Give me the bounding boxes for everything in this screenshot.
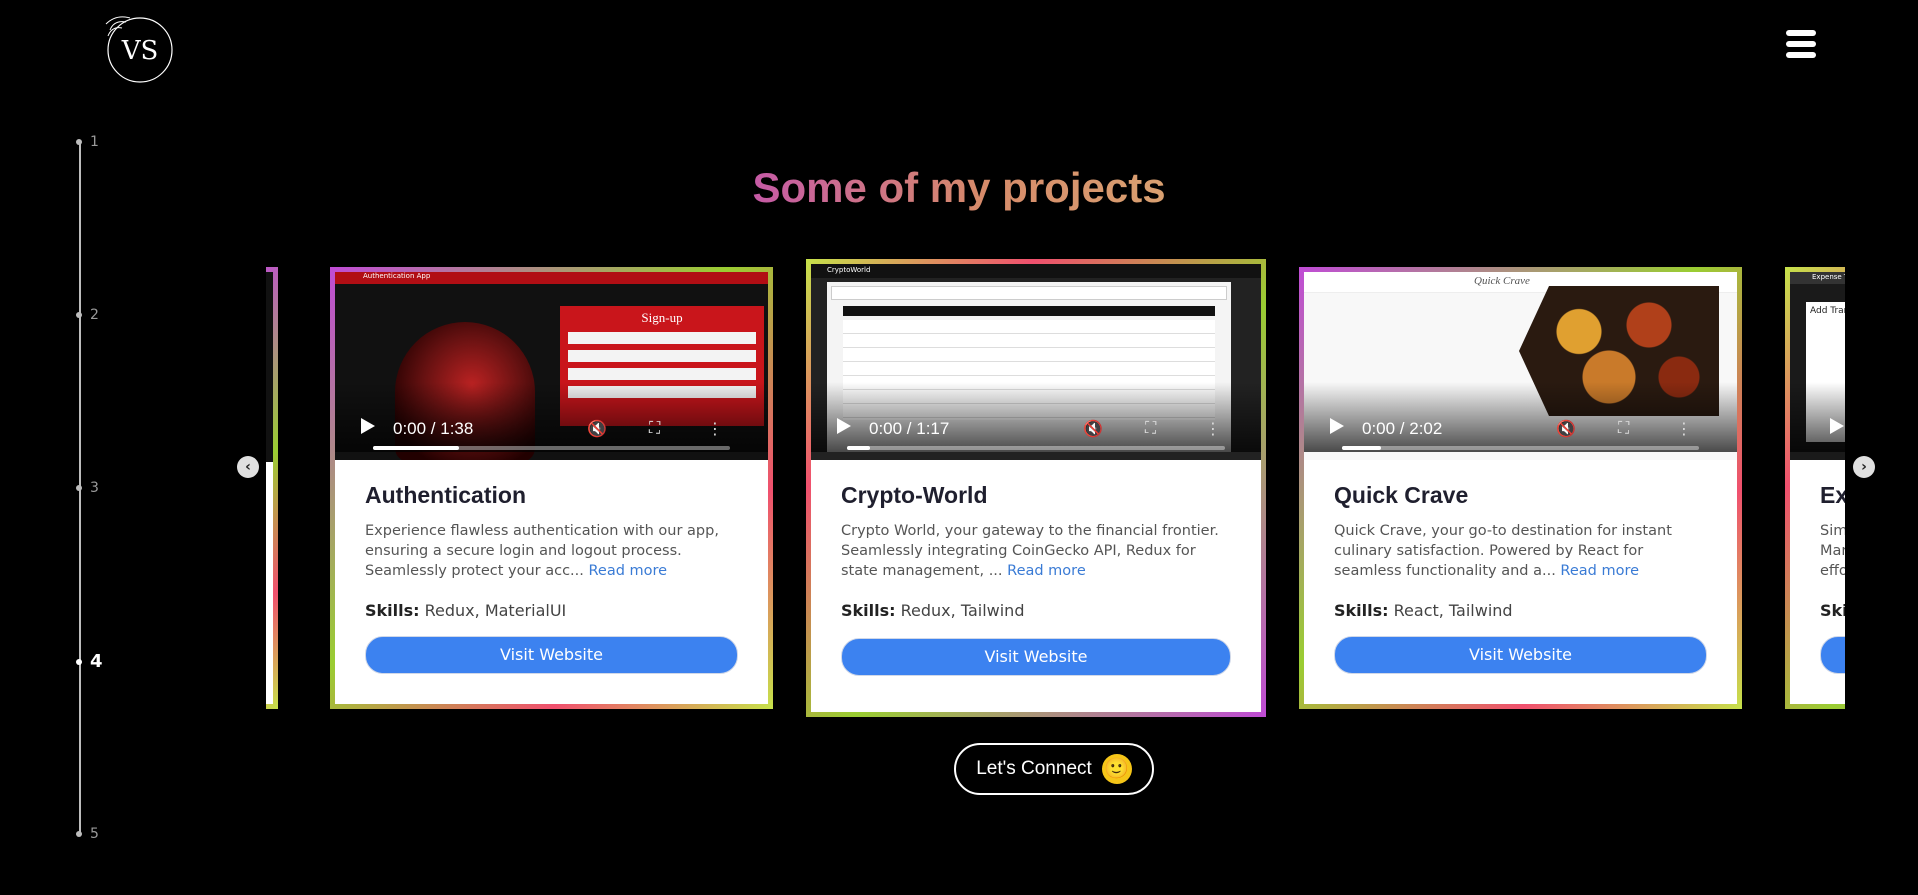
project-title: Crypto-World bbox=[841, 482, 988, 508]
project-skills: Ski bbox=[1820, 601, 1845, 620]
section-title: Some of my projects bbox=[752, 164, 1166, 211]
smile-icon: 🙂 bbox=[1101, 754, 1132, 784]
volume-icon[interactable]: 🔇 bbox=[1556, 419, 1576, 438]
project-title: Authentication bbox=[365, 482, 526, 508]
video-time: 0:00 / 1:38 bbox=[393, 419, 474, 438]
video-time: 0:00 / 1:17 bbox=[869, 419, 950, 438]
visit-website-button[interactable] bbox=[1820, 636, 1845, 674]
video-progress-bar[interactable] bbox=[847, 446, 1225, 450]
project-card-partial-left bbox=[266, 267, 278, 709]
project-video[interactable]: Authentication App Sign-up 0:00 / 1:38 🔇… bbox=[335, 272, 768, 460]
read-more-link[interactable]: Read more bbox=[1560, 563, 1639, 579]
more-options-icon[interactable]: ⋮ bbox=[1205, 419, 1221, 438]
fullscreen-icon[interactable]: ⛶ bbox=[1145, 418, 1156, 438]
project-card-quick-crave: Quick Crave 0:00 / 2:02 🔇 ⛶ ⋮ Quick Crav… bbox=[1299, 267, 1742, 709]
fullscreen-icon[interactable]: ⛶ bbox=[1618, 418, 1629, 438]
project-card-crypto-world: CryptoWorld 0:00 / 1:17 🔇 ⛶ ⋮ Crypto-Wor… bbox=[806, 259, 1266, 717]
vs-logo[interactable]: VS bbox=[100, 12, 178, 84]
project-video[interactable]: Quick Crave 0:00 / 2:02 🔇 ⛶ ⋮ bbox=[1304, 272, 1737, 460]
volume-icon[interactable]: 🔇 bbox=[1083, 419, 1103, 438]
timeline-step-5[interactable]: 5 bbox=[76, 826, 99, 842]
play-icon[interactable] bbox=[361, 418, 375, 434]
project-description: Experience flawless authentication with … bbox=[365, 523, 719, 579]
timeline-step-4[interactable]: 4 bbox=[76, 651, 103, 672]
carousel-prev-icon[interactable]: ‹ bbox=[237, 456, 259, 478]
menu-icon[interactable] bbox=[1786, 30, 1816, 62]
project-description: Crypto World, your gateway to the financ… bbox=[841, 523, 1219, 579]
more-options-icon[interactable]: ⋮ bbox=[1676, 419, 1692, 438]
logo-text: VS bbox=[121, 36, 159, 66]
projects-carousel: Authentication App Sign-up 0:00 / 1:38 🔇… bbox=[266, 255, 1845, 725]
video-progress-bar[interactable] bbox=[1342, 446, 1699, 450]
project-video[interactable]: CryptoWorld 0:00 / 1:17 🔇 ⛶ ⋮ bbox=[811, 264, 1261, 460]
carousel-next-icon[interactable]: › bbox=[1853, 456, 1875, 478]
play-icon[interactable] bbox=[1830, 418, 1844, 434]
project-title: Quick Crave bbox=[1334, 482, 1469, 508]
project-skills: Skills: React, Tailwind bbox=[1334, 601, 1513, 620]
timeline-step-1[interactable]: 1 bbox=[76, 134, 99, 150]
project-card-authentication: Authentication App Sign-up 0:00 / 1:38 🔇… bbox=[330, 267, 773, 709]
lets-connect-button[interactable]: Let's Connect 🙂 bbox=[954, 743, 1154, 795]
visit-website-button[interactable]: Visit Website bbox=[841, 638, 1231, 676]
read-more-link[interactable]: Read more bbox=[588, 563, 667, 579]
play-icon[interactable] bbox=[837, 418, 851, 434]
video-progress-fill bbox=[847, 446, 870, 450]
visit-website-button[interactable]: Visit Website bbox=[365, 636, 738, 674]
visit-website-button[interactable]: Visit Website bbox=[1334, 636, 1707, 674]
video-progress-bar[interactable] bbox=[373, 446, 730, 450]
more-options-icon[interactable]: ⋮ bbox=[707, 419, 723, 438]
project-description: Sim Mar effo bbox=[1820, 523, 1845, 579]
project-skills: Skills: Redux, Tailwind bbox=[841, 601, 1025, 620]
video-progress-fill bbox=[373, 446, 459, 450]
play-icon[interactable] bbox=[1330, 418, 1344, 434]
read-more-link[interactable]: Read more bbox=[1007, 563, 1086, 579]
project-description: Quick Crave, your go-to destination for … bbox=[1334, 523, 1672, 579]
project-card-partial-right: Expense Tr Add Trans Ex SimMareffo Ski bbox=[1785, 267, 1845, 709]
project-video[interactable]: Expense Tr Add Trans bbox=[1790, 272, 1845, 460]
timeline-step-3[interactable]: 3 bbox=[76, 480, 99, 496]
lets-connect-label: Let's Connect bbox=[976, 758, 1092, 779]
project-title: Ex bbox=[1820, 482, 1845, 508]
video-time: 0:00 / 2:02 bbox=[1362, 419, 1443, 438]
project-skills: Skills: Redux, MaterialUI bbox=[365, 601, 567, 620]
volume-icon[interactable]: 🔇 bbox=[587, 419, 607, 438]
video-progress-fill bbox=[1342, 446, 1382, 450]
timeline-step-2[interactable]: 2 bbox=[76, 307, 99, 323]
fullscreen-icon[interactable]: ⛶ bbox=[649, 418, 660, 438]
